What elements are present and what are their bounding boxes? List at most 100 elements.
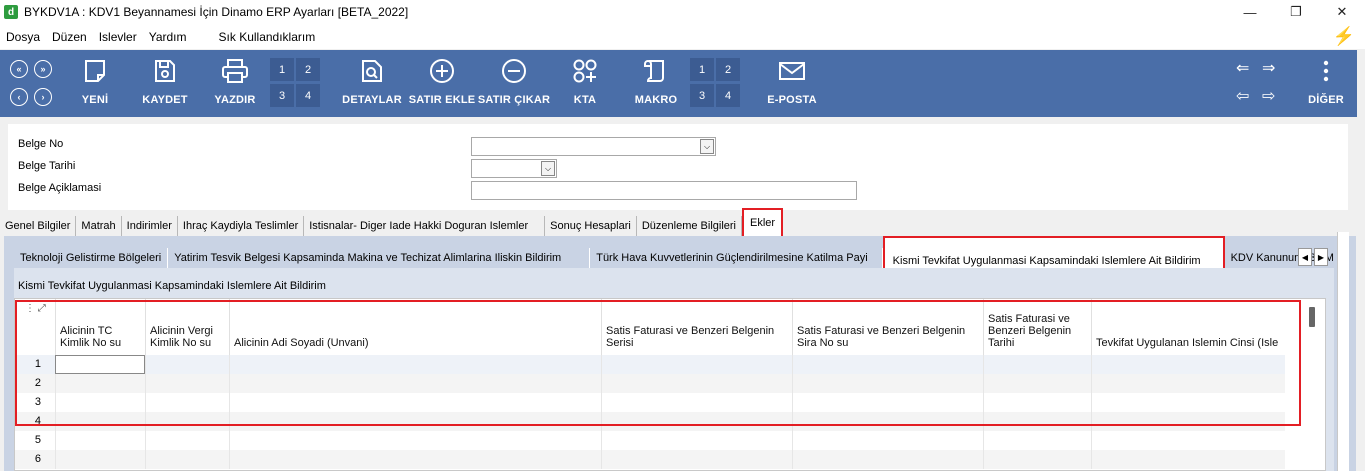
grid-cell[interactable] <box>792 431 983 450</box>
tab-ekler[interactable]: Ekler <box>742 208 784 238</box>
grid-cell[interactable] <box>145 374 229 393</box>
lightning-icon[interactable]: ⚡ <box>1333 26 1355 47</box>
grid-cell[interactable] <box>601 374 792 393</box>
previous-record-icon[interactable]: ‹ <box>10 88 28 106</box>
grid-cell[interactable] <box>983 393 1091 412</box>
tab-sonuc-hesaplari[interactable]: Sonuç Hesaplari <box>545 216 637 236</box>
tab-scroll-left-icon[interactable]: ◀ <box>1298 248 1312 266</box>
macro-slot-2[interactable]: 2 <box>716 58 740 81</box>
first-record-icon[interactable]: « <box>10 60 28 78</box>
table-row[interactable]: 4 <box>15 412 1285 431</box>
table-row[interactable]: 2 <box>15 374 1285 393</box>
grid-cell[interactable] <box>792 374 983 393</box>
print-slot-2[interactable]: 2 <box>296 58 320 81</box>
menu-yardim[interactable]: Yardım <box>143 30 193 44</box>
column-header-islem-cinsi[interactable]: Tevkifat Uygulanan Islemin Cinsi (Isle <box>1091 299 1285 355</box>
menu-duzen[interactable]: Düzen <box>46 30 93 44</box>
kta-button[interactable]: KTA <box>570 50 600 117</box>
grid-cell[interactable] <box>145 355 229 374</box>
save-button[interactable]: KAYDET <box>142 50 188 117</box>
grid-cell[interactable] <box>1091 374 1285 393</box>
column-header-belge-tarihi[interactable]: Satis Faturasi ve Benzeri Belgenin Tarih… <box>983 299 1091 355</box>
grid-cell[interactable] <box>983 355 1091 374</box>
grid-cell[interactable] <box>1091 412 1285 431</box>
grid-cell[interactable] <box>55 450 145 469</box>
menu-dosya[interactable]: Dosya <box>0 30 46 44</box>
print-button[interactable]: YAZDIR <box>213 50 257 117</box>
column-chooser-icon[interactable]: ⋮ ⤢ <box>25 303 46 314</box>
grid-cell[interactable] <box>1091 450 1285 469</box>
tab-ihrac-kaydiyla-teslimler[interactable]: Ihraç Kaydiyla Teslimler <box>178 216 305 236</box>
tevkifat-grid[interactable]: ⋮ ⤢ Alicinin TC Kimlik No su Alicinin Ve… <box>14 298 1326 471</box>
column-header-belge-serisi[interactable]: Satis Faturasi ve Benzeri Belgenin Seris… <box>601 299 792 355</box>
new-button[interactable]: YENİ <box>78 50 112 117</box>
chevron-down-icon[interactable]: ⌵ <box>541 161 555 176</box>
double-arrow-left-icon[interactable]: ⇐ <box>1236 58 1249 78</box>
grid-cell[interactable] <box>145 393 229 412</box>
grid-cell[interactable] <box>601 355 792 374</box>
grid-cell[interactable] <box>145 450 229 469</box>
macro-slot-4[interactable]: 4 <box>716 84 740 107</box>
grid-cell[interactable] <box>983 431 1091 450</box>
window-right-scrollbar[interactable] <box>1337 232 1349 471</box>
column-header-adi-soyadi[interactable]: Alicinin Adi Soyadi (Unvani) <box>229 299 601 355</box>
grid-cell[interactable] <box>1091 431 1285 450</box>
grid-cell[interactable] <box>229 393 601 412</box>
macro-slot-1[interactable]: 1 <box>690 58 714 81</box>
close-button[interactable]: ✕ <box>1319 0 1365 24</box>
print-slot-4[interactable]: 4 <box>296 84 320 107</box>
grid-cell[interactable] <box>601 412 792 431</box>
grid-cell[interactable] <box>792 412 983 431</box>
grid-cell[interactable] <box>229 355 601 374</box>
grid-cell[interactable] <box>1091 393 1285 412</box>
last-record-icon[interactable]: » <box>34 60 52 78</box>
grid-scrollbar-thumb[interactable] <box>1309 307 1315 327</box>
table-row[interactable]: 5 <box>15 431 1285 450</box>
tc-kimlik-cell-editor[interactable] <box>55 355 145 374</box>
tab-matrah[interactable]: Matrah <box>76 216 122 236</box>
double-arrow-right-icon[interactable]: ⇒ <box>1262 58 1275 78</box>
minimize-button[interactable]: — <box>1227 0 1273 24</box>
grid-cell[interactable] <box>792 355 983 374</box>
column-header-tc-kimlik[interactable]: Alicinin TC Kimlik No su <box>55 299 145 355</box>
table-row[interactable]: 6 <box>15 450 1285 469</box>
email-button[interactable]: E-POSTA <box>766 50 818 117</box>
grid-cell[interactable] <box>601 450 792 469</box>
grid-cell[interactable] <box>983 412 1091 431</box>
table-row[interactable]: 1 <box>15 355 1285 374</box>
grid-cell[interactable] <box>145 412 229 431</box>
grid-cell[interactable] <box>229 412 601 431</box>
tab-duzenleme-bilgileri[interactable]: Düzenleme Bilgileri <box>637 216 742 236</box>
grid-cell[interactable] <box>792 450 983 469</box>
details-button[interactable]: DETAYLAR <box>342 50 402 117</box>
grid-cell[interactable] <box>601 431 792 450</box>
column-header-belge-sira-no[interactable]: Satis Faturasi ve Benzeri Belgenin Sira … <box>792 299 983 355</box>
arrow-right-icon[interactable]: ⇨ <box>1262 86 1275 106</box>
tab-indirimler[interactable]: Indirimler <box>122 216 178 236</box>
macro-button[interactable]: MAKRO <box>634 50 678 117</box>
grid-cell[interactable] <box>229 374 601 393</box>
remove-row-button[interactable]: SATIR ÇIKAR <box>478 50 550 117</box>
belge-tarihi-date-picker[interactable]: ⌵ <box>471 159 557 178</box>
table-row[interactable]: 3 <box>15 393 1285 412</box>
restore-button[interactable]: ❐ <box>1273 0 1319 24</box>
grid-cell[interactable] <box>601 393 792 412</box>
subtab-teknoloji-gelistirme[interactable]: Teknoloji Gelistirme Bölgeleri <box>14 248 169 268</box>
grid-cell[interactable] <box>145 431 229 450</box>
tab-genel-bilgiler[interactable]: Genel Bilgiler <box>0 216 77 236</box>
subtab-yatirim-tesvik[interactable]: Yatirim Tesvik Belgesi Kapsaminda Makina… <box>168 248 591 268</box>
print-slot-1[interactable]: 1 <box>270 58 294 81</box>
macro-slot-3[interactable]: 3 <box>690 84 714 107</box>
arrow-left-icon[interactable]: ⇦ <box>1236 86 1249 106</box>
chevron-down-icon[interactable]: ⌵ <box>700 139 714 154</box>
more-button[interactable]: DİĞER <box>1308 50 1344 117</box>
grid-cell[interactable] <box>55 374 145 393</box>
grid-cell[interactable] <box>229 431 601 450</box>
next-record-icon[interactable]: › <box>34 88 52 106</box>
grid-cell[interactable] <box>983 374 1091 393</box>
grid-cell[interactable] <box>1091 355 1285 374</box>
menu-islevler[interactable]: Islevler <box>93 30 143 44</box>
column-header-vergi-kimlik[interactable]: Alicinin Vergi Kimlik No su <box>145 299 229 355</box>
add-row-button[interactable]: SATIR EKLE <box>409 50 475 117</box>
grid-cell[interactable] <box>792 393 983 412</box>
